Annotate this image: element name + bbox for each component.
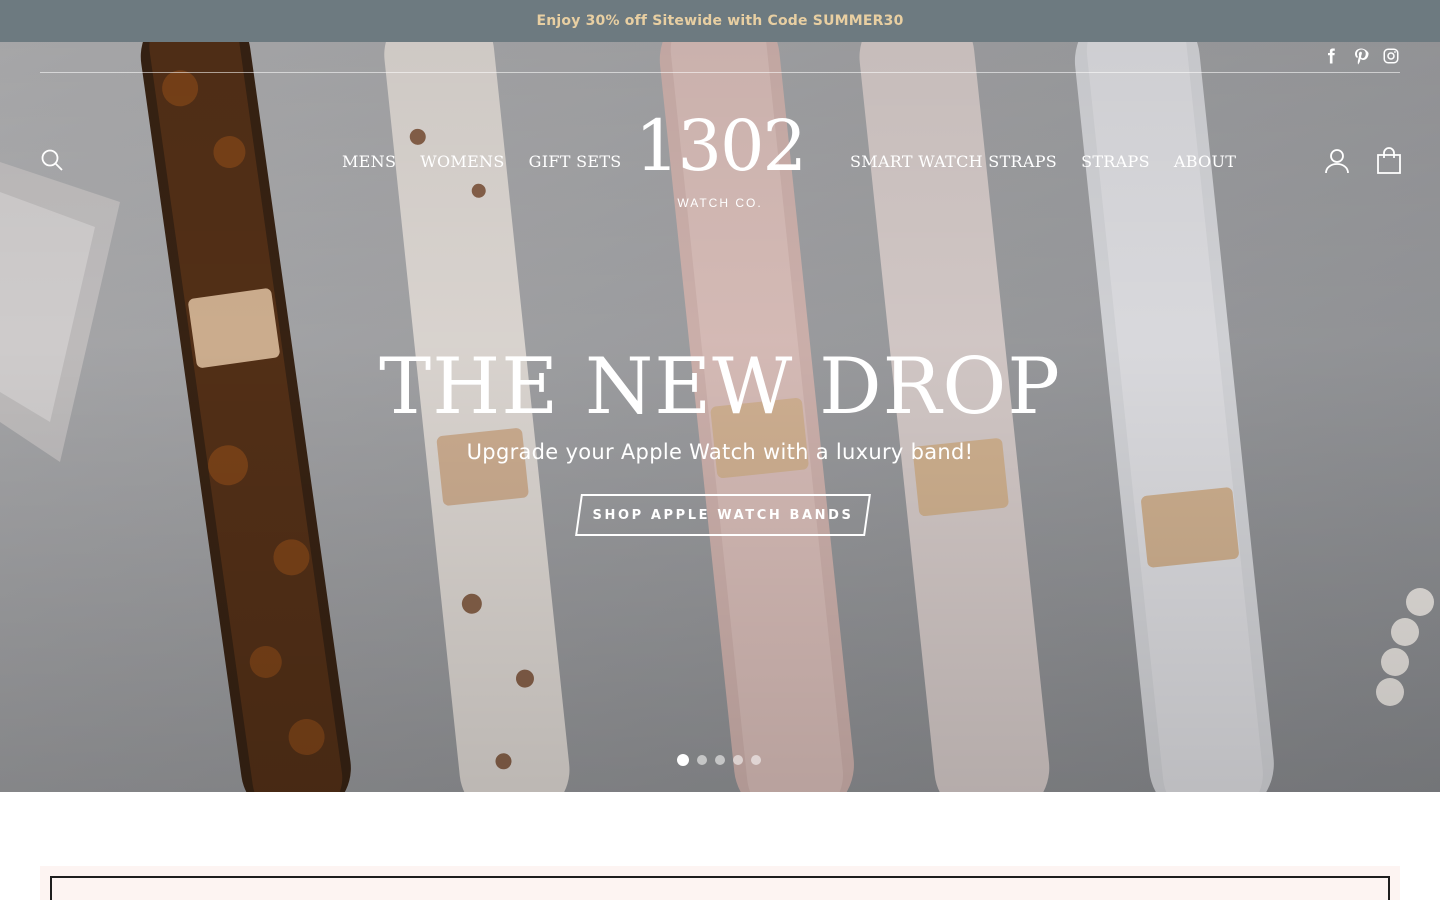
slide-dot-4[interactable] [733, 755, 743, 765]
main-nav-left: MENS WOMENS GIFT SETS [342, 152, 622, 171]
slide-dot-3[interactable] [715, 755, 725, 765]
site-header: MENS WOMENS GIFT SETS 1302 WATCH CO. SMA… [40, 104, 1402, 214]
nav-item-gift-sets[interactable]: GIFT SETS [529, 152, 622, 171]
account-icon[interactable] [1324, 148, 1350, 174]
promo-section [40, 866, 1400, 900]
logo-subtitle: WATCH CO. [677, 196, 763, 210]
pinterest-icon[interactable] [1352, 47, 1370, 65]
promo-box [50, 876, 1390, 900]
slide-dot-5[interactable] [751, 755, 761, 765]
slide-dot-1[interactable] [677, 754, 689, 766]
main-nav-right: SMART WATCH STRAPS STRAPS ABOUT [850, 152, 1236, 171]
slide-dot-2[interactable] [697, 755, 707, 765]
search-icon[interactable] [40, 148, 64, 172]
cart-icon[interactable] [1376, 146, 1402, 174]
facebook-icon[interactable] [1322, 47, 1340, 65]
hero-subtitle: Upgrade your Apple Watch with a luxury b… [466, 440, 974, 464]
nav-item-womens[interactable]: WOMENS [420, 152, 504, 171]
hero-title: THE NEW DROP [379, 342, 1061, 432]
slide-indicators [677, 754, 761, 766]
hero-slideshow: MENS WOMENS GIFT SETS 1302 WATCH CO. SMA… [0, 42, 1440, 792]
instagram-icon[interactable] [1382, 47, 1400, 65]
announcement-text: Enjoy 30% off Sitewide with Code SUMMER3… [536, 13, 904, 29]
nav-item-mens[interactable]: MENS [342, 152, 396, 171]
nav-item-straps[interactable]: STRAPS [1081, 152, 1150, 171]
nav-item-about[interactable]: ABOUT [1174, 152, 1236, 171]
site-logo[interactable]: 1302 WATCH CO. [618, 110, 822, 214]
shop-apple-watch-bands-button[interactable]: SHOP APPLE WATCH BANDS [575, 494, 871, 536]
announcement-bar: Enjoy 30% off Sitewide with Code SUMMER3… [0, 0, 1440, 42]
nav-item-smart-watch-straps[interactable]: SMART WATCH STRAPS [850, 152, 1057, 171]
utility-bar [40, 42, 1400, 73]
social-links [1322, 47, 1400, 65]
cta-label: SHOP APPLE WATCH BANDS [592, 507, 854, 523]
logo-number: 1302 [634, 105, 807, 187]
